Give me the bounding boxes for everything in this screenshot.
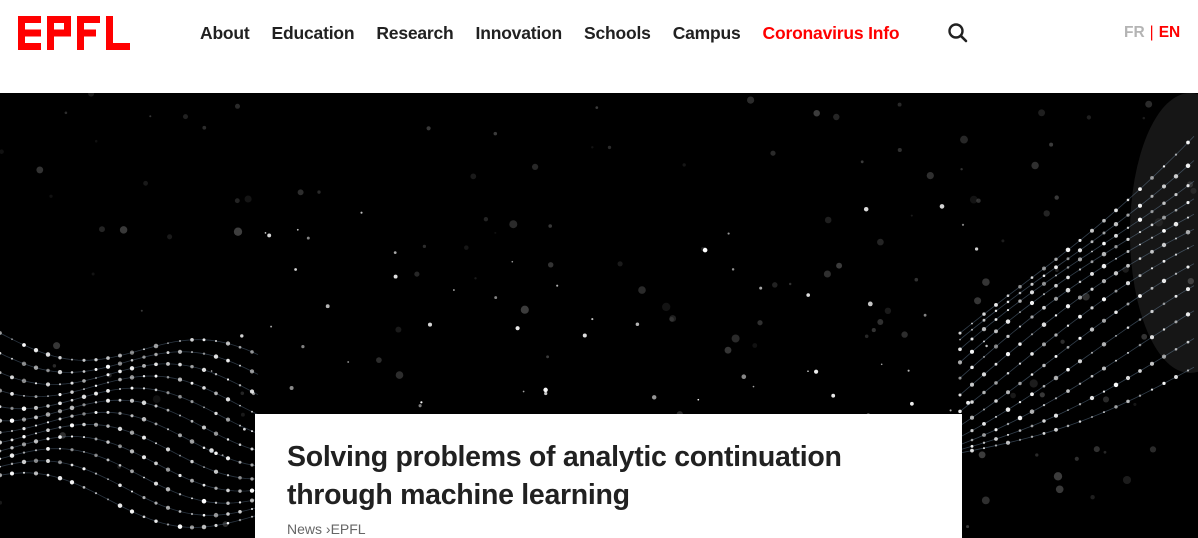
search-icon[interactable] <box>947 22 969 44</box>
breadcrumb-epfl-link[interactable]: EPFL <box>331 521 366 537</box>
article-title: Solving problems of analytic continuatio… <box>287 441 842 511</box>
nav-campus[interactable]: Campus <box>662 20 752 46</box>
lang-fr-link[interactable]: FR <box>1124 24 1145 41</box>
nav-education[interactable]: Education <box>261 20 366 46</box>
breadcrumb-separator: › <box>322 521 331 537</box>
nav-innovation[interactable]: Innovation <box>465 20 573 46</box>
nav-about[interactable]: About <box>189 20 261 46</box>
language-switcher: FR | EN <box>1124 22 1180 44</box>
article-header-card: Solving problems of analytic continuatio… <box>255 414 962 538</box>
site-header: About Education Research Innovation Scho… <box>0 0 1198 93</box>
lang-separator: | <box>1149 24 1154 41</box>
breadcrumb-news-link[interactable]: News <box>287 521 322 537</box>
epfl-logo[interactable] <box>18 16 130 50</box>
main-navigation: About Education Research Innovation Scho… <box>189 20 910 46</box>
lang-en-link[interactable]: EN <box>1159 24 1181 41</box>
nav-research[interactable]: Research <box>365 20 464 46</box>
nav-schools[interactable]: Schools <box>573 20 662 46</box>
nav-coronavirus-info[interactable]: Coronavirus Info <box>752 20 911 46</box>
breadcrumb: News ›EPFL <box>287 520 366 538</box>
